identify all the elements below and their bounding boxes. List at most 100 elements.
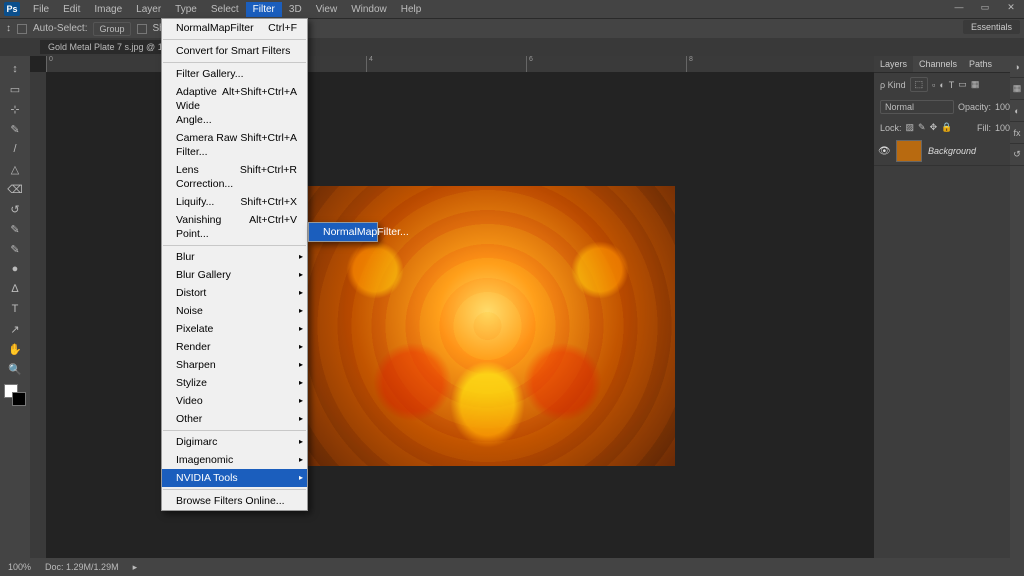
auto-select-checkbox[interactable] xyxy=(17,24,27,34)
stamp-tool[interactable]: ✎ xyxy=(4,220,26,238)
menu-item-label: Filter Gallery... xyxy=(176,67,243,81)
doc-info[interactable]: Doc: 1.29M/1.29M xyxy=(45,562,119,572)
eyedrop-tool[interactable]: △ xyxy=(4,160,26,178)
menu-item-video[interactable]: Video▸ xyxy=(162,392,307,410)
layer-name[interactable]: Background xyxy=(928,146,976,156)
menu-edit[interactable]: Edit xyxy=(56,2,87,17)
zoom-level[interactable]: 100% xyxy=(8,562,31,572)
close-button[interactable]: ✕ xyxy=(998,0,1024,16)
lasso-tool[interactable]: ⊹ xyxy=(4,100,26,118)
lock-transparency-icon[interactable]: ▨ xyxy=(906,122,915,133)
marquee-tool[interactable]: ▭ xyxy=(4,80,26,98)
document-tabs: Gold Metal Plate 7 s.jpg @ 100% (RGB/8) xyxy=(0,38,1024,56)
menu-item-other[interactable]: Other▸ xyxy=(162,410,307,428)
visibility-icon[interactable]: 👁 xyxy=(878,146,890,157)
path-tool[interactable]: ↗ xyxy=(4,320,26,338)
submenu-item-normalmapfilter[interactable]: NormalMapFilter... xyxy=(309,223,377,241)
eraser-tool[interactable]: ● xyxy=(4,260,26,278)
menu-3d[interactable]: 3D xyxy=(282,2,309,17)
filter-type-icon[interactable]: T xyxy=(949,80,955,90)
history-panel-icon[interactable]: ↺ xyxy=(1010,144,1024,166)
color-panel-icon[interactable]: ◑ xyxy=(1010,56,1024,78)
lock-all-icon[interactable]: 🔒 xyxy=(941,122,952,133)
tab-channels[interactable]: Channels xyxy=(913,56,963,72)
kind-filter[interactable]: ⬚ xyxy=(910,77,929,92)
styles-panel-icon[interactable]: fx xyxy=(1010,122,1024,144)
brush-tool[interactable]: ↺ xyxy=(4,200,26,218)
tab-paths[interactable]: Paths xyxy=(963,56,998,72)
menu-item-convert-smart[interactable]: Convert for Smart Filters xyxy=(162,42,307,60)
menu-item-distort[interactable]: Distort▸ xyxy=(162,284,307,302)
menu-item-browse-filters[interactable]: Browse Filters Online... xyxy=(162,492,307,510)
maximize-button[interactable]: ▭ xyxy=(972,0,998,16)
menu-image[interactable]: Image xyxy=(87,2,129,17)
swatches-panel-icon[interactable]: ▦ xyxy=(1010,78,1024,100)
crop-tool[interactable]: / xyxy=(4,140,26,158)
type-tool[interactable]: T xyxy=(4,300,26,318)
submenu-arrow-icon: ▸ xyxy=(299,394,303,408)
menu-item-vanishing-point[interactable]: Vanishing Point...Alt+Ctrl+V xyxy=(162,211,307,243)
menu-select[interactable]: Select xyxy=(204,2,246,17)
menu-item-label: Blur Gallery xyxy=(176,268,231,282)
hand-tool[interactable]: ✋ xyxy=(4,340,26,358)
menu-view[interactable]: View xyxy=(309,2,345,17)
menu-item-adaptive-wide-angle[interactable]: Adaptive Wide Angle...Alt+Shift+Ctrl+A xyxy=(162,83,307,129)
menu-item-camera-raw[interactable]: Camera Raw Filter...Shift+Ctrl+A xyxy=(162,129,307,161)
menu-item-filter-gallery[interactable]: Filter Gallery... xyxy=(162,65,307,83)
show-transform-checkbox[interactable] xyxy=(137,24,147,34)
doc-info-arrow-icon[interactable]: ▸ xyxy=(133,562,138,573)
menu-item-label: Digimarc xyxy=(176,435,217,449)
menu-file[interactable]: File xyxy=(26,2,56,17)
color-swatches[interactable] xyxy=(4,384,26,406)
menu-item-label: Sharpen xyxy=(176,358,216,372)
menu-layer[interactable]: Layer xyxy=(129,2,168,17)
menu-item-imagenomic[interactable]: Imagenomic▸ xyxy=(162,451,307,469)
minimize-button[interactable]: — xyxy=(946,0,972,16)
menu-item-render[interactable]: Render▸ xyxy=(162,338,307,356)
menu-separator xyxy=(163,489,306,490)
blend-mode-select[interactable]: Normal xyxy=(880,100,954,114)
menu-item-sharpen[interactable]: Sharpen▸ xyxy=(162,356,307,374)
menu-help[interactable]: Help xyxy=(394,2,429,17)
tab-layers[interactable]: Layers xyxy=(874,56,913,72)
menu-item-stylize[interactable]: Stylize▸ xyxy=(162,374,307,392)
menu-item-shortcut: Alt+Ctrl+V xyxy=(249,213,297,241)
workspace-picker[interactable]: Essentials xyxy=(963,20,1020,34)
filter-adjust-icon[interactable]: ◐ xyxy=(939,80,944,90)
move-tool[interactable]: ↕ xyxy=(4,60,26,78)
filter-smart-icon[interactable]: ▦ xyxy=(971,79,980,90)
menu-item-noise[interactable]: Noise▸ xyxy=(162,302,307,320)
lock-image-icon[interactable]: ✎ xyxy=(918,122,926,133)
adjustments-panel-icon[interactable]: ◐ xyxy=(1010,100,1024,122)
menu-item-blur-gallery[interactable]: Blur Gallery▸ xyxy=(162,266,307,284)
menu-item-lens-correction[interactable]: Lens Correction...Shift+Ctrl+R xyxy=(162,161,307,193)
fill-label: Fill: xyxy=(977,123,991,133)
menu-item-liquify[interactable]: Liquify...Shift+Ctrl+X xyxy=(162,193,307,211)
menu-item-nvidia-tools[interactable]: NVIDIA Tools▸ xyxy=(162,469,307,487)
canvas-area[interactable]: 0 2 4 6 8 xyxy=(30,56,874,558)
menu-window[interactable]: Window xyxy=(344,2,394,17)
layer-row[interactable]: 👁 Background 🔒 xyxy=(874,137,1024,166)
submenu-arrow-icon: ▸ xyxy=(299,304,303,318)
menu-item-last-filter[interactable]: NormalMapFilter Ctrl+F xyxy=(162,19,307,37)
history-brush-tool[interactable]: ✎ xyxy=(4,240,26,258)
menu-filter[interactable]: Filter xyxy=(246,2,282,17)
background-color[interactable] xyxy=(12,392,26,406)
filter-shape-icon[interactable]: ▭ xyxy=(958,79,967,90)
layer-thumbnail[interactable] xyxy=(896,140,922,162)
filter-image-icon[interactable]: ▫ xyxy=(932,80,935,90)
zoom-tool[interactable]: 🔍 xyxy=(4,360,26,378)
heal-tool[interactable]: ⌫ xyxy=(4,180,26,198)
menu-item-label: Convert for Smart Filters xyxy=(176,44,290,58)
menu-item-label: Camera Raw Filter... xyxy=(176,131,240,159)
gradient-tool[interactable]: ∆ xyxy=(4,280,26,298)
menu-item-digimarc[interactable]: Digimarc▸ xyxy=(162,433,307,451)
wand-tool[interactable]: ✎ xyxy=(4,120,26,138)
menu-item-pixelate[interactable]: Pixelate▸ xyxy=(162,320,307,338)
menu-item-label: Liquify... xyxy=(176,195,214,209)
auto-select-target[interactable]: Group xyxy=(93,22,130,36)
lock-position-icon[interactable]: ✥ xyxy=(930,122,938,133)
move-tool-icon[interactable]: ↕ xyxy=(6,23,11,34)
menu-item-blur[interactable]: Blur▸ xyxy=(162,248,307,266)
menu-type[interactable]: Type xyxy=(168,2,204,17)
